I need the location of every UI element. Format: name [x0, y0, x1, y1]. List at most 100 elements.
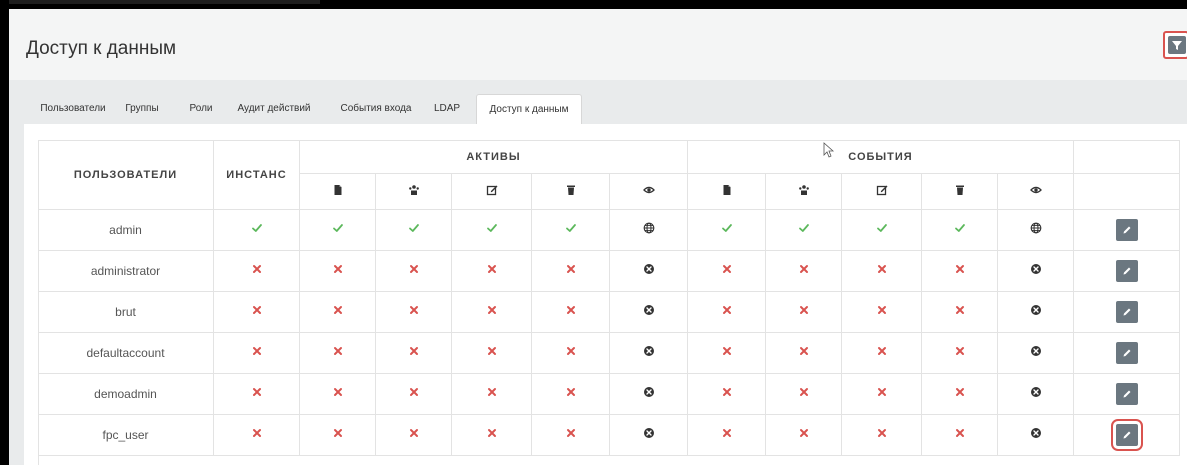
permission-cell [214, 415, 300, 456]
cross-icon [876, 426, 888, 444]
permission-cell [922, 374, 998, 415]
table-row-user: defaultaccount [38, 333, 214, 374]
row-actions [1074, 333, 1180, 374]
cross-icon [721, 303, 733, 321]
permission-cell [842, 333, 922, 374]
permission-cell [610, 415, 688, 456]
cross-icon [408, 262, 420, 280]
table-row-user: demoadmin [38, 374, 214, 415]
cross-icon [876, 344, 888, 362]
table-row-user: admin [38, 210, 214, 251]
permission-cell [688, 292, 766, 333]
permission-cell [214, 374, 300, 415]
tab-users[interactable]: Пользователи [38, 94, 108, 124]
pencil-icon [1123, 267, 1130, 275]
permission-cell [376, 210, 452, 251]
tab-groups[interactable]: Группы [120, 94, 164, 124]
cross-icon [251, 303, 263, 321]
edit-button[interactable] [1115, 260, 1138, 282]
file-icon [332, 183, 344, 201]
header-events-label: СОБЫТИЯ [848, 150, 913, 163]
cross-icon [486, 303, 498, 321]
window-top-bar [0, 0, 1187, 9]
check-icon [721, 221, 733, 239]
tab-roles[interactable]: Роли [186, 94, 216, 124]
user-name: administrator [90, 264, 161, 278]
window-left-edge [0, 0, 9, 465]
permission-cell [452, 251, 532, 292]
permission-cell [998, 333, 1074, 374]
permission-cell [998, 292, 1074, 333]
permission-cell [300, 292, 376, 333]
permission-cell [766, 333, 842, 374]
permission-cell [300, 333, 376, 374]
x-circle-icon [643, 262, 655, 280]
events-subheader-trash-icon [922, 174, 998, 210]
cross-icon [332, 303, 344, 321]
check-icon [954, 221, 966, 239]
user-name: admin [109, 223, 142, 237]
edit-icon [876, 183, 888, 201]
row-actions [1074, 374, 1180, 415]
tab-data-access[interactable]: Доступ к данным [476, 94, 582, 124]
cross-icon [408, 426, 420, 444]
edit-button[interactable] [1115, 383, 1138, 405]
cross-icon [721, 385, 733, 403]
user-name: fpc_user [102, 428, 149, 442]
permission-cell [532, 374, 610, 415]
tab-login-events[interactable]: События входа [336, 94, 416, 124]
tab-audit[interactable]: Аудит действий [228, 94, 320, 124]
x-circle-icon [1030, 344, 1042, 362]
assets-subheader-eye-icon [610, 174, 688, 210]
cross-icon [798, 385, 810, 403]
edit-button[interactable] [1115, 301, 1138, 323]
tab-ldap[interactable]: LDAP [428, 94, 466, 124]
cross-icon [954, 426, 966, 444]
cross-icon [251, 262, 263, 280]
cross-icon [408, 385, 420, 403]
permission-cell [922, 333, 998, 374]
pencil-icon [1123, 431, 1130, 439]
pencil-icon [1123, 349, 1130, 357]
file-icon [721, 183, 733, 201]
events-subheader-users-icon [766, 174, 842, 210]
cross-icon [408, 303, 420, 321]
top-bar-segment [0, 0, 320, 4]
filter-button[interactable] [1163, 31, 1187, 59]
edit-button[interactable] [1115, 342, 1138, 364]
x-circle-icon [1030, 303, 1042, 321]
cross-icon [486, 262, 498, 280]
x-circle-icon [643, 385, 655, 403]
assets-subheader-trash-icon [532, 174, 610, 210]
events-subheader-file-icon [688, 174, 766, 210]
permission-cell [688, 374, 766, 415]
cross-icon [251, 385, 263, 403]
cross-icon [251, 344, 263, 362]
check-icon [565, 221, 577, 239]
permission-cell [532, 251, 610, 292]
permission-cell [532, 292, 610, 333]
permission-cell [766, 292, 842, 333]
eye-icon [1029, 183, 1042, 201]
cross-icon [565, 385, 577, 403]
cross-icon [251, 426, 263, 444]
edit-icon [486, 183, 498, 201]
assets-subheader-edit-icon [452, 174, 532, 210]
permission-cell [766, 251, 842, 292]
header-users-label: ПОЛЬЗОВАТЕЛИ [73, 168, 178, 181]
table-row-user: brut [38, 292, 214, 333]
permission-cell [688, 333, 766, 374]
cross-icon [954, 303, 966, 321]
globe-icon [1030, 221, 1042, 239]
cross-icon [332, 426, 344, 444]
cross-icon [565, 344, 577, 362]
cross-icon [721, 344, 733, 362]
users-icon [408, 183, 420, 201]
user-name: demoadmin [94, 387, 157, 401]
permission-cell [300, 210, 376, 251]
cross-icon [721, 426, 733, 444]
filter-icon [1172, 41, 1182, 50]
edit-button[interactable] [1110, 419, 1143, 451]
events-subheader-edit-icon [842, 174, 922, 210]
edit-button[interactable] [1115, 219, 1138, 241]
